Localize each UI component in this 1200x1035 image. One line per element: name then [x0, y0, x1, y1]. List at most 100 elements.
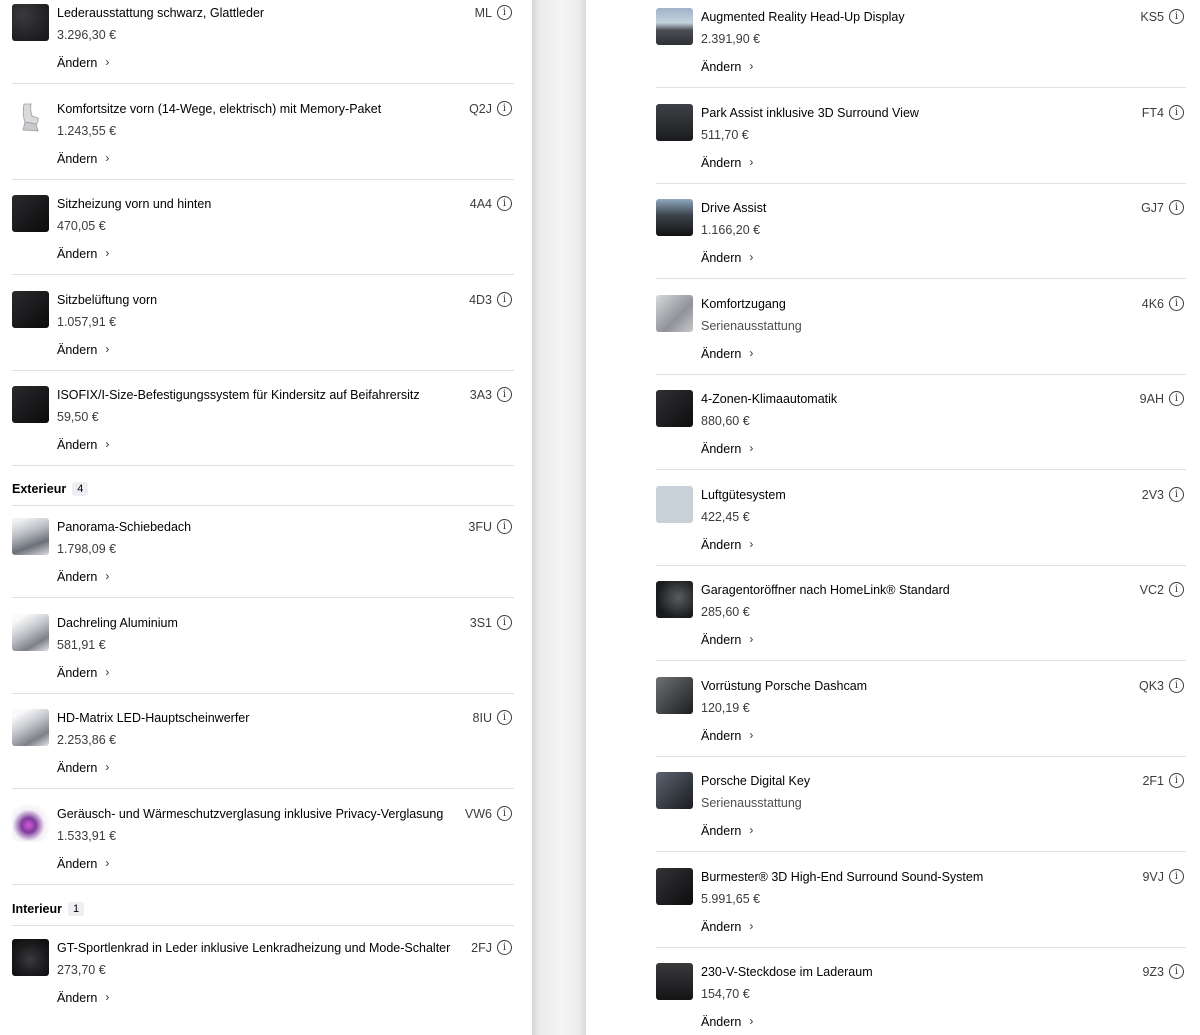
info-icon[interactable]: i	[497, 100, 512, 116]
change-label: Ändern	[701, 537, 742, 552]
info-icon[interactable]: i	[1169, 582, 1184, 597]
change-link[interactable]: Ändern ›	[57, 856, 109, 872]
change-link[interactable]: Ändern ›	[57, 760, 109, 776]
info-icon[interactable]: i	[497, 614, 512, 630]
option-price: 422,45 €	[701, 509, 750, 524]
option-thumbnail	[12, 195, 49, 233]
change-link[interactable]: Ändern ›	[701, 155, 753, 171]
option-price: 470,05 €	[57, 219, 106, 234]
chevron-right-icon: ›	[105, 664, 110, 679]
option-code: 3FU	[468, 520, 492, 534]
option-code: 2F1	[1142, 774, 1164, 788]
divider	[656, 755, 1186, 757]
info-icon[interactable]: i	[1169, 868, 1184, 884]
left-panel: Lederausstattung schwarz, Glattleder 3.29…	[0, 0, 532, 1035]
info-icon[interactable]: i	[497, 940, 512, 955]
option-name: Sitzbelüftung vorn	[57, 292, 158, 307]
change-link[interactable]: Ändern ›	[701, 823, 753, 839]
option-name: Geräusch- und Wärmeschutzverglasung inkl…	[57, 806, 444, 821]
info-icon[interactable]: i	[1169, 9, 1184, 24]
change-link[interactable]: Ändern ›	[57, 665, 109, 681]
divider	[656, 851, 1186, 852]
change-label: Ändern	[701, 251, 742, 265]
option-price: 1.057,91 €	[57, 314, 117, 329]
change-link[interactable]: Ändern ›	[57, 151, 109, 167]
info-icon[interactable]: i	[1169, 104, 1184, 120]
info-icon[interactable]: i	[497, 519, 512, 534]
change-link[interactable]: Ändern ›	[701, 346, 753, 362]
chevron-right-icon: ›	[749, 154, 754, 169]
option-code: 4A4	[469, 197, 492, 212]
option-price: Serienausstattung	[701, 318, 802, 333]
info-icon[interactable]: i	[497, 5, 512, 20]
option-code: GJ7	[1141, 201, 1164, 215]
change-link[interactable]: Ändern ›	[57, 246, 109, 262]
option-name: Burmester® 3D High-End Surround Sound-Sy…	[701, 869, 984, 884]
change-link[interactable]: Ändern ›	[57, 990, 109, 1006]
info-icon[interactable]: i	[1169, 773, 1184, 788]
option-price: 2.391,90 €	[701, 32, 761, 46]
option-code: 9AH	[1139, 392, 1164, 406]
option-code: 3A3	[469, 388, 492, 403]
option-price: 285,60 €	[701, 605, 750, 619]
option-thumbnail	[656, 294, 693, 332]
info-icon[interactable]: i	[497, 710, 512, 726]
option-price: 1.243,55 €	[57, 123, 117, 138]
option-thumbnail	[12, 709, 49, 747]
change-label: Ändern	[57, 665, 98, 680]
right-panel: Augmented Reality Head-Up Display 2.391,9…	[586, 0, 1200, 1035]
chevron-right-icon: ›	[105, 569, 110, 583]
change-link[interactable]: Ändern ›	[701, 728, 753, 744]
chevron-right-icon: ›	[105, 760, 110, 775]
info-icon[interactable]: i	[1169, 295, 1184, 311]
option-price: 5.991,65 €	[701, 891, 761, 906]
change-link[interactable]: Ändern ›	[701, 1014, 753, 1030]
info-icon[interactable]: i	[1169, 677, 1184, 693]
option-price: 59,50 €	[57, 410, 99, 425]
change-link[interactable]: Ändern ›	[701, 632, 753, 648]
change-label: Ändern	[701, 824, 742, 838]
option-thumbnail	[656, 581, 693, 618]
option-price: 880,60 €	[701, 414, 750, 428]
info-icon[interactable]: i	[497, 387, 512, 403]
info-icon[interactable]: i	[497, 291, 512, 307]
divider	[656, 182, 1186, 184]
info-icon[interactable]: i	[1169, 964, 1184, 979]
info-icon[interactable]: i	[497, 196, 512, 212]
divider	[12, 465, 514, 467]
option-name: Porsche Digital Key	[701, 774, 811, 788]
chevron-right-icon: ›	[749, 59, 754, 73]
chevron-right-icon: ›	[749, 1014, 754, 1028]
change-link[interactable]: Ändern ›	[701, 250, 753, 266]
option-name: Augmented Reality Head-Up Display	[701, 10, 905, 24]
change-label: Ändern	[701, 442, 742, 456]
option-price: 1.166,20 €	[701, 223, 761, 237]
info-icon[interactable]: i	[1169, 391, 1184, 406]
change-link[interactable]: Ändern ›	[57, 569, 109, 585]
count-badge: 1	[68, 902, 85, 916]
change-link[interactable]: Ändern ›	[701, 537, 753, 553]
change-label: Ändern	[57, 247, 98, 262]
option-code: 8IU	[472, 711, 492, 726]
divider	[656, 660, 1186, 661]
info-icon[interactable]: i	[1169, 486, 1184, 502]
info-icon[interactable]: i	[1169, 200, 1184, 215]
option-price: 581,91 €	[57, 637, 106, 652]
change-label: Ändern	[57, 856, 98, 871]
change-link[interactable]: Ändern ›	[57, 342, 109, 358]
option-price: 154,70 €	[701, 987, 750, 1001]
option-price: 120,19 €	[701, 700, 750, 715]
change-label: Ändern	[57, 438, 98, 453]
info-icon[interactable]: i	[497, 805, 512, 821]
option-thumbnail	[656, 390, 693, 427]
divider	[12, 883, 514, 885]
change-link[interactable]: Ändern ›	[701, 441, 753, 457]
option-code: 4K6	[1141, 296, 1164, 311]
change-link[interactable]: Ändern ›	[57, 55, 109, 71]
change-link[interactable]: Ändern ›	[57, 437, 109, 453]
change-label: Ändern	[701, 728, 742, 743]
option-thumbnail	[656, 963, 693, 1000]
change-link[interactable]: Ändern ›	[701, 59, 753, 75]
chevron-right-icon: ›	[749, 536, 754, 551]
change-link[interactable]: Ändern ›	[701, 919, 753, 935]
